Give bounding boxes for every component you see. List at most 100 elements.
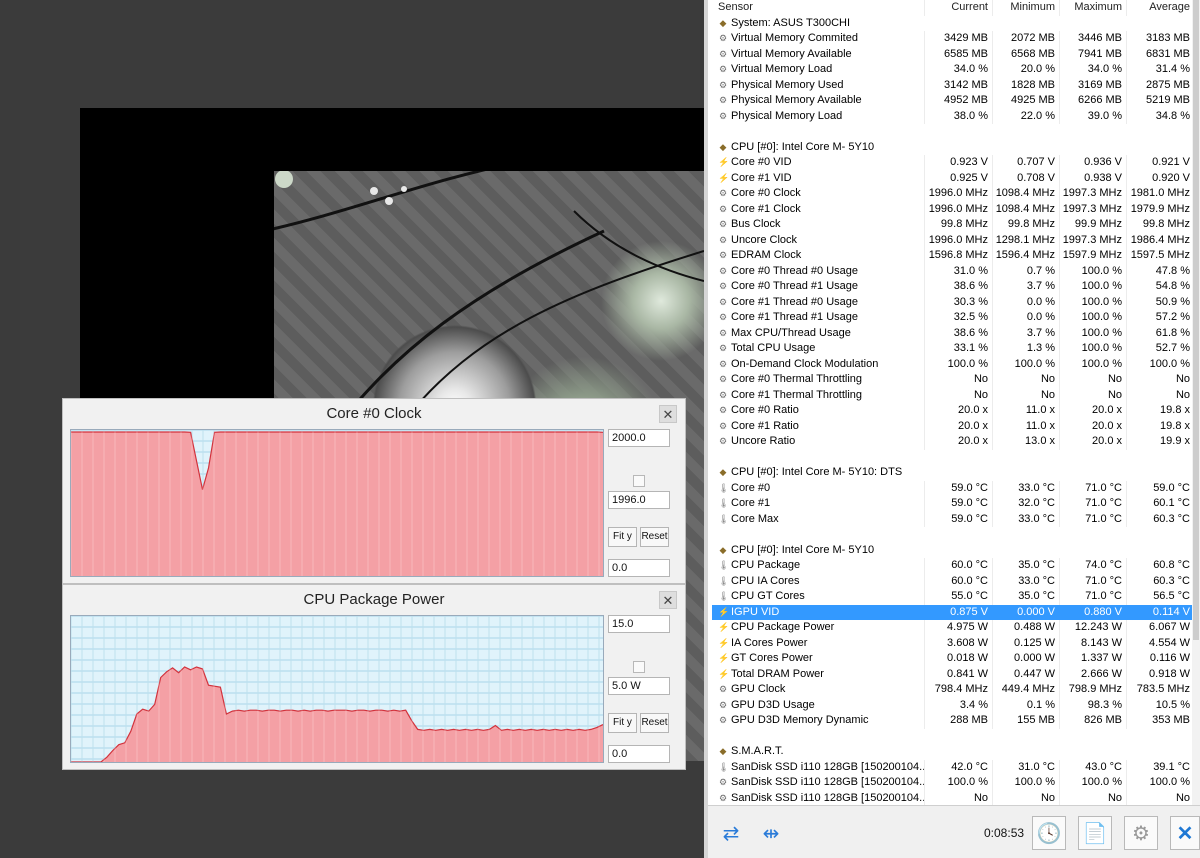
sensor-row[interactable]: 🌡 Core Max 59.0 °C 33.0 °C 71.0 °C 60.3 °C [712,511,1196,527]
sensor-gear-icon: ⚙ [718,405,728,415]
sensor-row[interactable]: ⚙ SanDisk SSD i110 128GB [150200104... 100… [712,775,1196,791]
sensor-group-header[interactable]: ◆ CPU [#0]: Intel Core M- 5Y10: DTS [712,465,1196,481]
sensor-group-header[interactable]: ◆ CPU [#0]: Intel Core M- 5Y10 [712,140,1196,156]
group-icon: ◆ [719,141,727,152]
sensor-row[interactable]: ⚡ IA Cores Power 3.608 W 0.125 W 8.143 W 4.55… [712,635,1196,651]
sensor-group-header[interactable]: ◆ CPU [#0]: Intel Core M- 5Y10 [712,543,1196,559]
group-label: ◆ CPU [#0]: Intel Core M- 5Y10 [712,140,924,156]
sensor-row[interactable]: ⚙ GPU D3D Usage 3.4 % 0.1 % 98.3 % 10.5 % [712,697,1196,713]
sensor-row[interactable]: ⚙ SanDisk SSD i110 128GB [150200104... No N… [712,790,1196,806]
sensor-row[interactable]: ⚙ Uncore Ratio 20.0 x 13.0 x 20.0 x 19.9 x [712,434,1196,450]
current-value: 0.018 W [924,651,992,667]
maximum-value: 8.143 W [1059,635,1126,651]
sensor-gear-icon: ⚙ [718,343,728,353]
graph-checkbox[interactable] [633,661,645,673]
sensor-row[interactable]: 🌡 Core #0 59.0 °C 33.0 °C 71.0 °C 59.0 °C [712,480,1196,496]
average-value: 52.7 % [1126,341,1194,357]
sensor-row[interactable]: ⚙ Core #1 Thread #0 Usage 30.3 % 0.0 % 100.0… [712,294,1196,310]
clock-icon[interactable]: 🕓 [1032,816,1066,850]
sensor-row[interactable]: ⚙ Bus Clock 99.8 MHz 99.8 MHz 99.9 MHz 99.8 M… [712,217,1196,233]
fit-y-button[interactable]: Fit y [608,713,637,733]
sensor-name-text: GPU Clock [731,683,786,695]
layout-arrows-icon[interactable]: ⇹ [754,816,788,850]
sensor-row[interactable]: ⚙ Core #0 Clock 1996.0 MHz 1098.4 MHz 1997.3… [712,186,1196,202]
sensor-row[interactable]: 🌡 CPU Package 60.0 °C 35.0 °C 74.0 °C 60.8 °C [712,558,1196,574]
current-value: 1996.0 MHz [924,186,992,202]
minimum-value: 32.0 °C [992,496,1059,512]
sensor-row[interactable]: ⚙ Virtual Memory Load 34.0 % 20.0 % 34.0 % 31… [712,62,1196,78]
sensor-gear-icon: ⚙ [718,219,728,229]
reset-button[interactable]: Reset [640,713,669,733]
sensor-row[interactable]: ⚙ Physical Memory Available 4952 MB 4925 MB… [712,93,1196,109]
column-header-sensor[interactable]: Sensor [712,0,924,16]
sensor-row[interactable]: ⚡ Total DRAM Power 0.841 W 0.447 W 2.666 W 0.… [712,666,1196,682]
current-value: 20.0 x [924,418,992,434]
vertical-scrollbar[interactable] [1192,0,1200,805]
current-value: 60.0 °C [924,573,992,589]
column-header-current[interactable]: Current [924,0,992,16]
current-value: 3.608 W [924,635,992,651]
sensor-row[interactable]: ⚙ Core #0 Thermal Throttling No No No No [712,372,1196,388]
sensor-row[interactable]: ⚙ Physical Memory Load 38.0 % 22.0 % 39.0 % 3… [712,108,1196,124]
sensor-gear-icon: ⚙ [718,33,728,43]
column-header-maximum[interactable]: Maximum [1059,0,1126,16]
sensor-row[interactable]: ⚡ IGPU VID 0.875 V 0.000 V 0.880 V 0.114 V [712,604,1196,620]
sensor-row[interactable]: 🌡 Core #1 59.0 °C 32.0 °C 71.0 °C 60.1 °C [712,496,1196,512]
sensor-row[interactable]: ⚙ Core #1 Thread #1 Usage 32.5 % 0.0 % 100.0… [712,310,1196,326]
fit-y-button[interactable]: Fit y [608,527,637,547]
sensor-row[interactable]: ⚙ Max CPU/Thread Usage 38.6 % 3.7 % 100.0 % 6… [712,325,1196,341]
sensor-group-header[interactable]: ◆ System: ASUS T300CHI [712,16,1196,32]
sensor-row[interactable]: ⚙ Virtual Memory Commited 3429 MB 2072 MB 34… [712,31,1196,47]
sensor-row[interactable]: ⚙ GPU D3D Memory Dynamic 288 MB 155 MB 826 M… [712,713,1196,729]
sensor-row[interactable]: ⚡ GT Cores Power 0.018 W 0.000 W 1.337 W 0.11… [712,651,1196,667]
sensor-row[interactable]: 🌡 SanDisk SSD i110 128GB [150200104... 42.… [712,759,1196,775]
sensor-row[interactable]: ⚙ EDRAM Clock 1596.8 MHz 1596.4 MHz 1597.9 M… [712,248,1196,264]
sensor-row[interactable]: ⚙ On-Demand Clock Modulation 100.0 % 100.0 … [712,356,1196,372]
expand-collapse-arrows-icon[interactable]: ⇄ [714,816,748,850]
scrollbar-thumb[interactable] [1193,0,1199,640]
sensor-row[interactable]: ⚡ Core #1 VID 0.925 V 0.708 V 0.938 V 0.920 V [712,170,1196,187]
maximum-value: 100.0 % [1059,325,1126,341]
close-icon[interactable]: ✕ [659,405,677,423]
column-header-minimum[interactable]: Minimum [992,0,1059,16]
group-label-text: CPU [#0]: Intel Core M- 5Y10: DTS [731,466,903,478]
sensor-name-text: Core #0 Ratio [731,404,799,416]
reset-button[interactable]: Reset [640,527,669,547]
graph-checkbox[interactable] [633,475,645,487]
close-icon[interactable]: ✕ [659,591,677,609]
graph-min-field[interactable]: 0.0 [608,745,670,763]
sensor-row[interactable]: ⚡ CPU Package Power 4.975 W 0.488 W 12.243 W… [712,620,1196,636]
sensor-row[interactable]: ⚙ Core #1 Ratio 20.0 x 11.0 x 20.0 x 19.8 x [712,418,1196,434]
minimum-value: 1596.4 MHz [992,248,1059,264]
sensor-row[interactable]: ⚙ Uncore Clock 1996.0 MHz 1298.1 MHz 1997.3 … [712,232,1196,248]
sensor-row[interactable]: ⚙ Core #0 Ratio 20.0 x 11.0 x 20.0 x 19.8 x [712,403,1196,419]
sensor-name: ⚙ SanDisk SSD i110 128GB [150200104... [712,775,924,791]
sensor-name: ⚡ Core #1 VID [712,171,924,187]
settings-gear-icon[interactable]: ⚙ [1124,816,1158,850]
sensor-row[interactable]: 🌡 CPU GT Cores 55.0 °C 35.0 °C 71.0 °C 56.5 °… [712,589,1196,605]
sensor-row[interactable]: ⚙ Total CPU Usage 33.1 % 1.3 % 100.0 % 52.7 % [712,341,1196,357]
sensor-row[interactable]: ⚡ Core #0 VID 0.923 V 0.707 V 0.936 V 0.921 V [712,155,1196,171]
add-log-icon[interactable]: 📄 [1078,816,1112,850]
close-x-icon[interactable]: ✕ [1170,816,1200,850]
sensor-row[interactable]: 🌡 CPU IA Cores 60.0 °C 33.0 °C 71.0 °C 60.3 °… [712,573,1196,589]
current-value: 4952 MB [924,93,992,109]
sensor-row[interactable]: ⚙ Physical Memory Used 3142 MB 1828 MB 3169 … [712,77,1196,93]
graph-max-field[interactable]: 2000.0 [608,429,670,447]
graph-min-field[interactable]: 0.0 [608,559,670,577]
graph-max-field[interactable]: 15.0 [608,615,670,633]
minimum-value: 100.0 % [992,356,1059,372]
column-header-average[interactable]: Average [1126,0,1194,16]
maximum-value: No [1059,387,1126,403]
sensor-gear-icon: ⚙ [718,296,728,307]
sensor-row[interactable]: ⚙ Virtual Memory Available 6585 MB 6568 MB 7… [712,46,1196,62]
sensor-row[interactable]: ⚙ Core #1 Clock 1996.0 MHz 1098.4 MHz 1997.3… [712,201,1196,217]
maximum-value: 34.0 % [1059,62,1126,78]
sensor-row[interactable]: ⚙ Core #1 Thermal Throttling No No No No [712,387,1196,403]
sensor-row[interactable]: ⚙ Core #0 Thread #0 Usage 31.0 % 0.7 % 100.0… [712,263,1196,279]
sensor-name-text: Total CPU Usage [731,342,816,354]
sensor-name-text: GT Cores Power [731,652,813,664]
sensor-row[interactable]: ⚙ GPU Clock 798.4 MHz 449.4 MHz 798.9 MHz 783… [712,682,1196,698]
sensor-group-header[interactable]: ◆ S.M.A.R.T. [712,744,1196,760]
sensor-row[interactable]: ⚙ Core #0 Thread #1 Usage 38.6 % 3.7 % 100.0… [712,279,1196,295]
